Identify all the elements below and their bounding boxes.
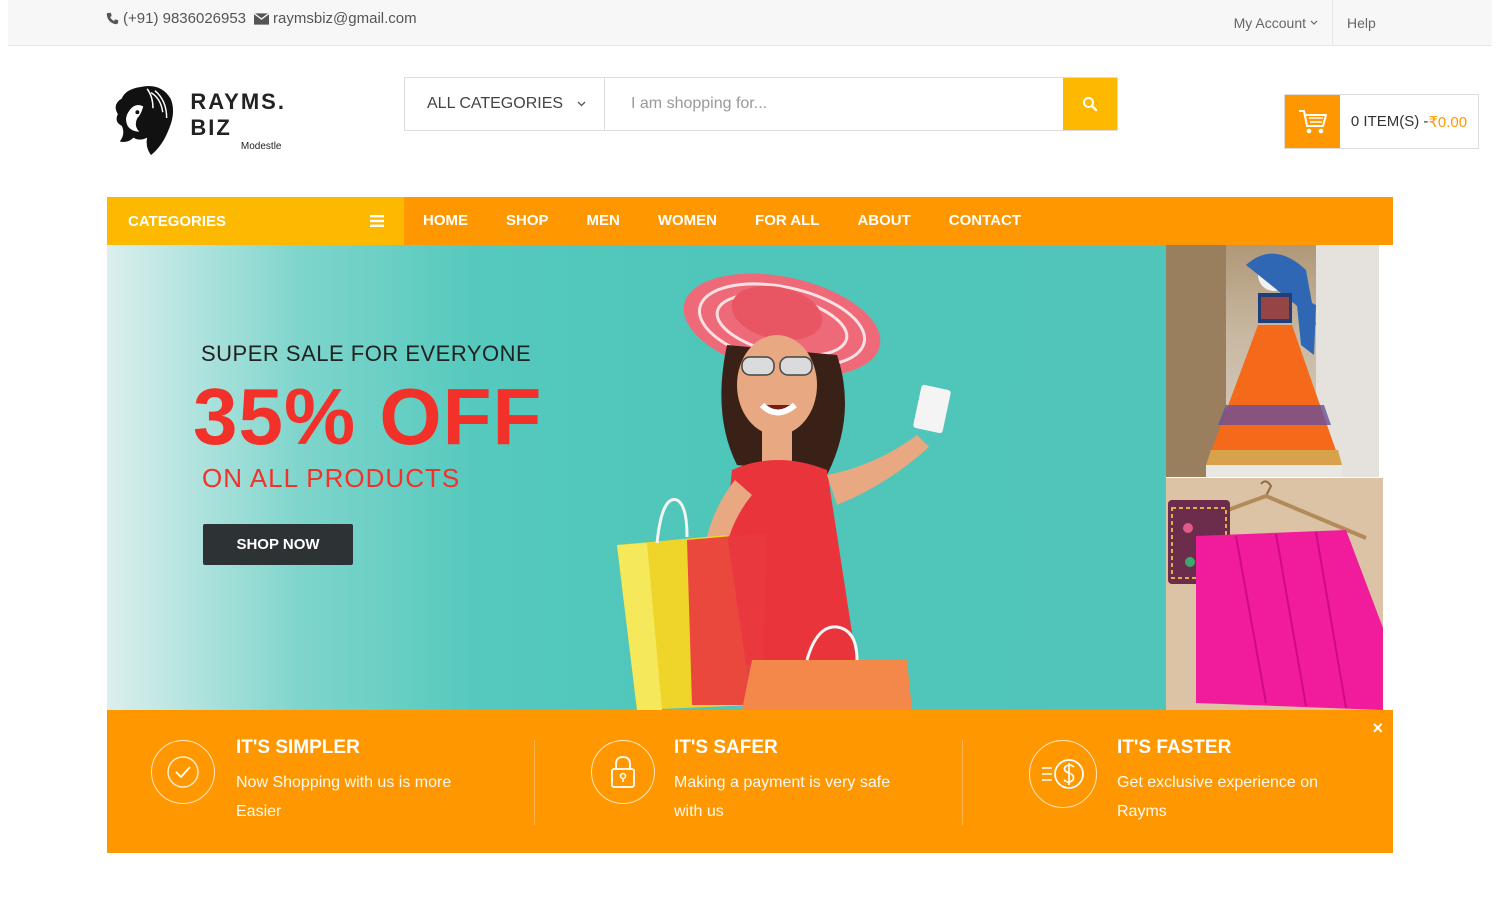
close-icon[interactable]: ×: [1372, 718, 1383, 739]
search-icon: [1083, 97, 1098, 112]
site-logo[interactable]: RAYMS. BIZ Modestle: [112, 80, 332, 160]
feature-desc: Now Shopping with us is more Easier: [236, 774, 452, 820]
cart-total: ₹0.00: [1428, 113, 1468, 131]
brand-text: RAYMS. BIZ Modestle: [190, 89, 332, 152]
contact-info: (+91) 9836026953 raymsbiz@gmail.com: [106, 10, 417, 27]
cart-icon-box: [1285, 95, 1340, 148]
nav-item-contact[interactable]: CONTACT: [930, 197, 1040, 245]
search-button[interactable]: [1063, 78, 1117, 130]
shopping-cart-icon: [1298, 109, 1327, 133]
cart-summary: 0 ITEM(S) - ₹0.00: [1340, 95, 1478, 148]
help-dropdown[interactable]: Help: [1332, 0, 1392, 46]
nav-item-about[interactable]: ABOUT: [838, 197, 929, 245]
side-banner-saree[interactable]: [1166, 478, 1383, 710]
brand-name: RAYMS. BIZ: [190, 88, 286, 140]
email-address: raymsbiz@gmail.com: [273, 10, 417, 27]
side-banner-lehenga[interactable]: [1166, 245, 1379, 477]
lock-icon: [591, 740, 655, 804]
search-bar: ALL CATEGORIES: [404, 77, 1118, 131]
category-select[interactable]: ALL CATEGORIES: [405, 78, 605, 130]
feature-title: IT'S SAFER: [674, 737, 778, 758]
nav-item-home[interactable]: HOME: [404, 197, 487, 245]
nav-item-women[interactable]: WOMEN: [639, 197, 736, 245]
phone-link[interactable]: (+91) 9836026953: [106, 10, 246, 27]
shop-now-button[interactable]: SHOP NOW: [203, 524, 353, 565]
categories-toggle[interactable]: CATEGORIES: [107, 197, 404, 245]
main-nav: CATEGORIES HOME SHOP MEN WOMEN FOR ALL A…: [107, 197, 1393, 245]
lion-logo-icon: [115, 86, 174, 156]
banner-subline: ON ALL PRODUCTS: [202, 463, 461, 493]
phone-number: (+91) 9836026953: [123, 10, 247, 27]
feature-simpler: IT'S SIMPLER Now Shopping with us is mor…: [107, 710, 535, 853]
email-link[interactable]: raymsbiz@gmail.com: [254, 10, 417, 27]
cart-items-count: 0 ITEM(S) -: [1350, 113, 1429, 130]
feature-title: IT'S FASTER: [1117, 737, 1232, 758]
my-account-dropdown[interactable]: My Account: [1220, 0, 1332, 46]
envelope-icon: [254, 12, 270, 25]
category-select-value: ALL CATEGORIES: [427, 95, 564, 112]
categories-label: CATEGORIES: [128, 212, 227, 230]
lehenga-product-image: [1166, 245, 1379, 477]
cart-widget[interactable]: 0 ITEM(S) - ₹0.00: [1284, 94, 1479, 149]
my-account-label: My Account: [1233, 15, 1306, 31]
chevron-down-icon: [577, 101, 586, 107]
features-strip: IT'S SIMPLER Now Shopping with us is mor…: [107, 710, 1393, 853]
nav-item-for-all[interactable]: FOR ALL: [736, 197, 838, 245]
search-input[interactable]: [605, 78, 1063, 130]
phone-icon: [106, 12, 119, 25]
banner-headline: 35% OFF: [193, 372, 543, 461]
feature-safer: IT'S SAFER Making a payment is very safe…: [535, 710, 963, 853]
nav-item-shop[interactable]: SHOP: [487, 197, 568, 245]
banner-kicker: SUPER SALE FOR EVERYONE: [201, 341, 532, 366]
feature-faster: IT'S FASTER Get exclusive experience on …: [963, 710, 1391, 853]
hero-banner[interactable]: SUPER SALE FOR EVERYONE 35% OFF ON ALL P…: [107, 245, 1166, 710]
nav-menu: HOME SHOP MEN WOMEN FOR ALL ABOUT CONTAC…: [404, 197, 1040, 245]
hamburger-menu-icon: [370, 215, 384, 227]
top-bar: (+91) 9836026953 raymsbiz@gmail.com My A…: [8, 0, 1492, 46]
check-circle-icon: [151, 740, 215, 804]
feature-desc: Making a payment is very safe with us: [674, 774, 891, 820]
nav-item-men[interactable]: MEN: [568, 197, 639, 245]
saree-product-image: [1166, 478, 1383, 710]
dollar-icon: [1029, 740, 1097, 808]
feature-desc: Get exclusive experience on Rayms: [1117, 774, 1318, 820]
chevron-down-icon: [1310, 20, 1318, 25]
brand-tagline: Modestle: [240, 140, 282, 152]
feature-title: IT'S SIMPLER: [236, 737, 360, 758]
shopping-woman-illustration: [617, 273, 951, 710]
help-label: Help: [1347, 15, 1376, 31]
